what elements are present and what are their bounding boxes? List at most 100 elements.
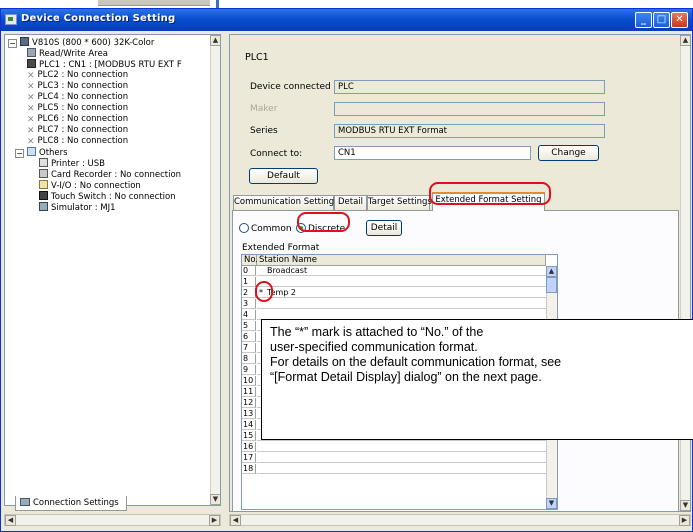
callout-line-3: For details on the default communication… — [270, 355, 562, 369]
row-number: 10 — [242, 376, 256, 386]
table-row[interactable]: * Temp 2 — [257, 288, 547, 298]
tree-item-printer[interactable]: Printer : USB — [39, 158, 105, 169]
tree-item-label: Card Recorder : No connection — [51, 170, 182, 180]
tree-item-label: PLC8 : No connection — [37, 136, 129, 146]
scroll-left-icon[interactable]: ◀ — [230, 515, 241, 526]
tree-horizontal-scrollbar[interactable]: ◀ ▶ — [4, 514, 221, 526]
tree-item-plc7[interactable]: ✕ PLC7 : No connection — [27, 125, 128, 136]
tree-item-card-recorder[interactable]: Card Recorder : No connection — [39, 169, 181, 180]
tree-item-others[interactable]: − Others — [15, 147, 68, 158]
connect-to-field[interactable]: CN1 — [334, 146, 531, 160]
tree-item-label: PLC6 : No connection — [37, 114, 129, 124]
device-tree: − V810S (800 * 600) 32K-Color Read/Write … — [4, 34, 221, 506]
default-button[interactable]: Default — [249, 168, 318, 184]
tree-item-plc4[interactable]: ✕ PLC4 : No connection — [27, 92, 128, 103]
tree-item-plc3[interactable]: ✕ PLC3 : No connection — [27, 81, 128, 92]
row-number: 6 — [242, 332, 256, 342]
connect-to-label: Connect to: — [250, 149, 303, 159]
table-row[interactable] — [257, 453, 547, 463]
callout-line-4: “[Format Detail Display] dialog” on the … — [270, 370, 542, 384]
row-number: 14 — [242, 420, 256, 430]
panel-horizontal-scrollbar[interactable]: ◀ ▶ — [229, 514, 691, 526]
common-radio[interactable]: Common — [239, 223, 292, 234]
close-button[interactable]: ✕ — [671, 12, 688, 28]
tree-item-touch-switch[interactable]: Touch Switch : No connection — [39, 191, 176, 202]
row-number: 4 — [242, 310, 256, 320]
table-row[interactable] — [257, 442, 547, 452]
read-write-icon — [27, 48, 36, 57]
minimize-button[interactable]: _ — [635, 12, 652, 28]
connection-settings-tab[interactable]: Connection Settings — [15, 496, 127, 511]
annotation-callout: The “*” mark is attached to “No.” of the… — [261, 319, 693, 440]
table-row[interactable] — [257, 299, 547, 309]
tree-item-label: PLC5 : No connection — [37, 103, 129, 113]
row-number: 0 — [242, 266, 256, 276]
tree-item-label: PLC2 : No connection — [37, 70, 129, 80]
tree-item-plc2[interactable]: ✕ PLC2 : No connection — [27, 70, 128, 81]
scroll-up-icon[interactable]: ▲ — [210, 35, 220, 46]
maximize-button[interactable]: □ — [653, 12, 670, 28]
extended-format-label: Extended Format — [242, 243, 320, 253]
tab-communication-setting[interactable]: Communication Setting — [233, 195, 334, 210]
row-number: 15 — [242, 431, 256, 441]
radio-label: Common — [251, 224, 292, 234]
touch-switch-icon — [39, 191, 48, 200]
collapse-icon[interactable]: − — [8, 39, 17, 48]
row-number: 12 — [242, 398, 256, 408]
row-number: 7 — [242, 343, 256, 353]
tree-item-label: PLC7 : No connection — [37, 125, 129, 135]
vio-icon — [39, 180, 48, 189]
tab-detail[interactable]: Detail — [334, 195, 367, 210]
maker-field — [334, 102, 605, 116]
format-detail-button[interactable]: Detail — [366, 220, 402, 236]
tab-label: Connection Settings — [33, 498, 119, 508]
tree-item-vio[interactable]: V-I/O : No connection — [39, 180, 141, 191]
row-number: 5 — [242, 321, 256, 331]
row-number: 9 — [242, 365, 256, 375]
tree-item-plc1[interactable]: PLC1 : CN1 : [MODBUS RTU EXT F — [27, 59, 182, 70]
plc-title: PLC1 — [245, 52, 269, 63]
tree-item-root[interactable]: − V810S (800 * 600) 32K-Color — [8, 37, 154, 48]
others-icon — [27, 147, 36, 156]
scroll-right-icon[interactable]: ▶ — [679, 515, 690, 526]
scroll-up-icon[interactable]: ▲ — [546, 266, 557, 277]
tree-vertical-scrollbar[interactable]: ▲ ▼ — [210, 35, 220, 505]
series-field: MODBUS RTU EXT Format — [334, 124, 605, 138]
scroll-thumb[interactable] — [546, 277, 557, 293]
scroll-down-icon[interactable]: ▼ — [546, 498, 557, 509]
change-button[interactable]: Change — [538, 145, 599, 161]
tree-item-simulator[interactable]: Simulator : MJ1 — [39, 202, 116, 213]
simulator-icon — [39, 202, 48, 211]
scroll-up-icon[interactable]: ▲ — [680, 35, 690, 46]
table-row[interactable] — [257, 277, 547, 287]
scroll-down-icon[interactable]: ▼ — [680, 500, 690, 511]
tree-item-plc5[interactable]: ✕ PLC5 : No connection — [27, 103, 128, 114]
background-bar — [98, 0, 210, 6]
row-number: 11 — [242, 387, 256, 397]
collapse-icon[interactable]: − — [15, 149, 24, 158]
table-row[interactable] — [257, 464, 547, 474]
row-number: 16 — [242, 442, 256, 452]
maker-label: Maker — [250, 104, 278, 114]
background-separator — [216, 0, 219, 8]
callout-line-1: The “*” mark is attached to “No.” of the — [270, 325, 484, 339]
tree-item-plc8[interactable]: ✕ PLC8 : No connection — [27, 136, 128, 147]
title-bar[interactable]: Device Connection Setting _ □ ✕ — [1, 9, 692, 31]
callout-line-2: user-specified communication format. — [270, 340, 478, 354]
tree-item-readwrite[interactable]: Read/Write Area — [27, 48, 108, 59]
row-number: 17 — [242, 453, 256, 463]
tab-target-settings[interactable]: Target Settings — [367, 195, 432, 210]
tree-item-label: Simulator : MJ1 — [51, 203, 116, 213]
radio-circle[interactable] — [239, 223, 249, 233]
scroll-right-icon[interactable]: ▶ — [209, 515, 220, 526]
row-number: 3 — [242, 299, 256, 309]
table-row[interactable]: Broadcast — [257, 266, 547, 276]
scroll-down-icon[interactable]: ▼ — [210, 494, 220, 505]
scroll-left-icon[interactable]: ◀ — [5, 515, 16, 526]
tree-item-plc6[interactable]: ✕ PLC6 : No connection — [27, 114, 128, 125]
tree-item-label: V810S (800 * 600) 32K-Color — [32, 38, 155, 48]
display-unit-icon — [20, 37, 29, 46]
highlight-extended-tab — [429, 182, 551, 205]
row-number: 1 — [242, 277, 256, 287]
printer-icon — [39, 158, 48, 167]
